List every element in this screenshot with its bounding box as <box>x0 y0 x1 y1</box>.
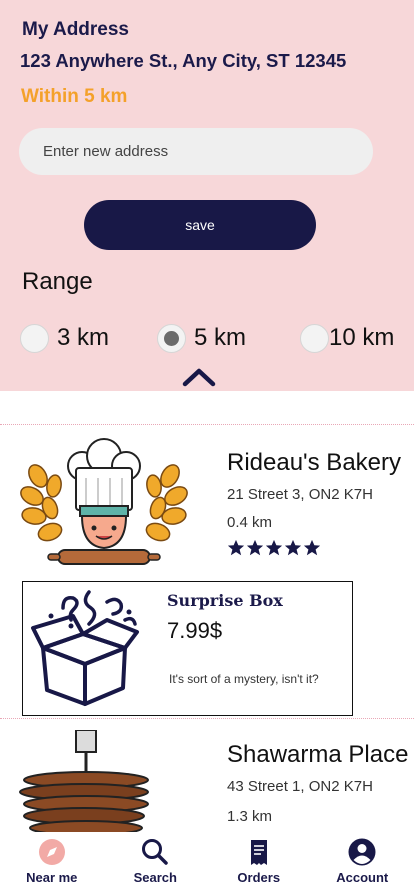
compass-icon <box>38 839 65 865</box>
offer-card[interactable]: Surprise Box 7.99$ It's sort of a myster… <box>22 581 353 716</box>
nav-label: Near me <box>26 870 78 885</box>
radio-unchecked[interactable] <box>300 323 329 353</box>
listing-address: 21 Street 3, ON2 K7H <box>227 486 373 503</box>
listing-name: Rideau's Bakery <box>227 449 401 476</box>
save-button[interactable]: save <box>84 200 316 250</box>
chevron-up-icon[interactable] <box>182 366 216 388</box>
chef-icon <box>20 438 188 565</box>
range-title: Range <box>22 268 93 295</box>
divider <box>0 424 414 425</box>
listing-distance: 0.4 km <box>227 514 273 531</box>
offer-title: Surprise Box <box>167 591 283 610</box>
offer-price: 7.99$ <box>167 618 223 643</box>
bottom-nav: Near me Search Orders Account <box>0 832 414 896</box>
nav-search[interactable]: Search <box>104 832 208 896</box>
account-icon <box>348 838 376 866</box>
star-icon <box>246 539 264 556</box>
listing-address: 43 Street 1, ON2 K7H <box>227 778 373 795</box>
shawarma-icon <box>19 730 149 832</box>
nav-orders[interactable]: Orders <box>207 832 311 896</box>
radio-selected-dot <box>164 330 179 346</box>
star-icon <box>284 539 302 556</box>
rating-stars <box>227 539 321 557</box>
range-option-10km[interactable]: 10 km <box>300 323 394 353</box>
mystery-box-icon <box>31 590 139 706</box>
range-option-label: 5 km <box>194 324 247 351</box>
range-summary: Within 5 km <box>21 86 128 107</box>
range-option-label: 3 km <box>57 324 110 351</box>
listing-distance: 1.3 km <box>227 808 273 825</box>
range-option-5km[interactable]: 5 km <box>157 323 246 353</box>
range-option-3km[interactable]: 3 km <box>20 323 109 353</box>
radio-checked[interactable] <box>157 323 186 353</box>
receipt-icon <box>250 840 267 865</box>
star-icon <box>227 539 245 556</box>
current-address: 123 Anywhere St., Any City, ST 12345 <box>20 50 347 71</box>
nav-label: Search <box>133 870 177 885</box>
address-panel: My Address 123 Anywhere St., Any City, S… <box>0 0 414 391</box>
app-root: My Address 123 Anywhere St., Any City, S… <box>0 0 414 896</box>
range-option-label: 10 km <box>329 324 395 351</box>
nav-account[interactable]: Account <box>311 832 414 896</box>
nav-label: Account <box>336 870 389 885</box>
new-address-input[interactable] <box>19 128 373 175</box>
nav-label: Orders <box>237 870 281 885</box>
nav-near-me[interactable]: Near me <box>0 832 104 896</box>
divider <box>0 718 414 719</box>
search-icon <box>142 839 168 865</box>
offer-description: It's sort of a mystery, isn't it? <box>169 672 319 686</box>
star-icon <box>303 539 321 556</box>
radio-unchecked[interactable] <box>20 323 49 353</box>
star-icon <box>265 539 283 556</box>
listing-name: Shawarma Place <box>227 741 409 768</box>
address-title: My Address <box>22 19 129 40</box>
